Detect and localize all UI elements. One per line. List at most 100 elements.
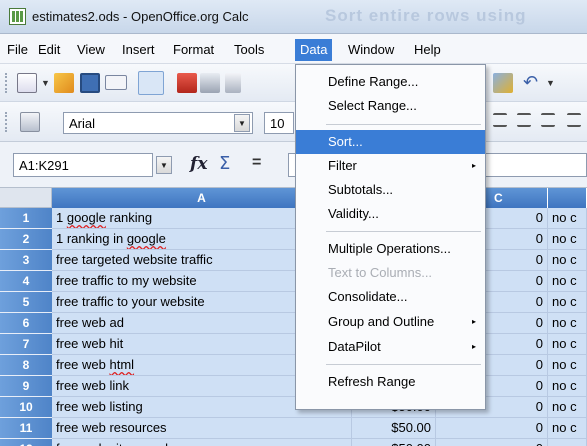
edit-file-icon[interactable] — [138, 71, 164, 95]
data-menu-dropdown: Define Range... Select Range... Sort... … — [295, 64, 486, 410]
cell-a[interactable]: free web site search — [52, 439, 352, 446]
align-right-icon[interactable] — [517, 113, 531, 127]
email-icon[interactable] — [105, 75, 127, 90]
column-header-d[interactable] — [548, 188, 587, 208]
row-header[interactable]: 8 — [0, 355, 52, 376]
menu-file[interactable]: File — [2, 40, 33, 60]
menu-data[interactable]: Data — [295, 39, 333, 61]
menu-item-label: Sort... — [328, 134, 363, 149]
row-header[interactable]: 11 — [0, 418, 52, 439]
cell-d[interactable]: no c — [548, 334, 587, 355]
undo-list-chevron-icon[interactable]: ▼ — [546, 78, 555, 88]
cell-d[interactable]: no c — [548, 418, 587, 439]
row-header[interactable]: 2 — [0, 229, 52, 250]
cell-d[interactable]: no c — [548, 229, 587, 250]
spelling-error-mark: google — [66, 210, 106, 225]
menu-view[interactable]: View — [72, 40, 110, 60]
select-all-corner[interactable] — [0, 188, 52, 208]
menu-item-subtotals[interactable]: Subtotals... — [296, 178, 485, 202]
background-caption: Sort entire rows using — [325, 6, 527, 25]
chevron-down-icon[interactable]: ▼ — [41, 78, 50, 88]
menu-item-validity[interactable]: Validity... — [296, 202, 485, 226]
menu-item-filter[interactable]: Filter ▸ — [296, 154, 485, 178]
menu-item-multiple-operations[interactable]: Multiple Operations... — [296, 237, 485, 261]
menu-item-label: Select Range... — [328, 98, 417, 113]
new-document-icon[interactable] — [17, 73, 37, 93]
font-name-combo[interactable]: Arial — [63, 112, 253, 134]
clone-formatting-icon[interactable] — [493, 73, 513, 93]
print-icon[interactable] — [200, 73, 220, 93]
cell-d[interactable]: no c — [548, 376, 587, 397]
row-header[interactable]: 12 — [0, 439, 52, 446]
menu-edit[interactable]: Edit — [33, 40, 65, 60]
menu-item-label: Refresh Range — [328, 374, 416, 389]
submenu-arrow-icon: ▸ — [471, 317, 476, 326]
font-size-value: 10 — [270, 116, 285, 131]
font-name-dropdown-icon[interactable]: ▼ — [234, 114, 250, 132]
save-icon[interactable] — [80, 73, 100, 93]
title-bar: estimates2.ods - OpenOffice.org Calc Sor… — [0, 0, 587, 34]
page-preview-icon[interactable] — [225, 73, 241, 93]
menu-item-consolidate[interactable]: Consolidate... — [296, 285, 485, 309]
cell-d[interactable]: no c — [548, 439, 587, 446]
row-header[interactable]: 1 — [0, 208, 52, 229]
cell-a[interactable]: free web resources — [52, 418, 352, 439]
menu-divider — [326, 364, 481, 365]
row-header[interactable]: 6 — [0, 313, 52, 334]
open-folder-icon[interactable] — [54, 73, 74, 93]
spelling-error-mark: google — [126, 231, 166, 246]
menu-item-label: Text to Columns... — [328, 265, 433, 280]
name-box-dropdown-icon[interactable]: ▼ — [156, 156, 172, 174]
menu-window[interactable]: Window — [343, 40, 399, 60]
cell-d[interactable]: no c — [548, 397, 587, 418]
cell-b[interactable]: $50.00 — [352, 418, 436, 439]
cell-b[interactable]: $50.00 — [352, 439, 436, 446]
menu-divider — [326, 124, 481, 125]
row-header[interactable]: 10 — [0, 397, 52, 418]
export-pdf-icon[interactable] — [177, 73, 197, 93]
menu-item-define-range[interactable]: Define Range... — [296, 70, 485, 94]
standard-toolbar: ▼ ↶ ▼ — [0, 64, 587, 102]
row-header[interactable]: 3 — [0, 250, 52, 271]
menu-item-sort[interactable]: Sort... — [296, 130, 485, 154]
menu-format[interactable]: Format — [168, 40, 219, 60]
submenu-arrow-icon: ▸ — [471, 161, 476, 170]
row-header[interactable]: 4 — [0, 271, 52, 292]
menu-tools[interactable]: Tools — [229, 40, 269, 60]
menu-item-group-and-outline[interactable]: Group and Outline ▸ — [296, 310, 485, 334]
cell-d[interactable]: no c — [548, 208, 587, 229]
name-box[interactable]: A1:K291 — [13, 153, 153, 177]
spreadsheet-grid[interactable]: A C 11 google ranking 0 no c21 ranking in … — [0, 188, 587, 446]
align-center-icon[interactable] — [493, 113, 507, 127]
sum-icon[interactable]: Σ — [219, 153, 230, 174]
function-wizard-icon[interactable]: fx — [190, 154, 207, 174]
merge-cells-icon[interactable] — [567, 113, 581, 127]
font-size-combo[interactable]: 10 — [264, 112, 294, 134]
calc-window: estimates2.ods - OpenOffice.org Calc Sor… — [0, 0, 587, 446]
cell-d[interactable]: no c — [548, 292, 587, 313]
cell-c[interactable]: 0 — [436, 439, 548, 446]
cell-d[interactable]: no c — [548, 355, 587, 376]
menu-item-refresh-range[interactable]: Refresh Range — [296, 370, 485, 394]
row-header[interactable]: 9 — [0, 376, 52, 397]
menu-item-select-range[interactable]: Select Range... — [296, 94, 485, 118]
cell-d[interactable]: no c — [548, 313, 587, 334]
font-name-value: Arial — [69, 116, 96, 131]
styles-icon[interactable] — [20, 112, 40, 132]
function-icon[interactable]: = — [252, 154, 261, 172]
menu-insert[interactable]: Insert — [117, 40, 160, 60]
cell-c[interactable]: 0 — [436, 418, 548, 439]
toolbar-grip[interactable] — [5, 73, 8, 93]
row-header[interactable]: 5 — [0, 292, 52, 313]
menu-item-label: Define Range... — [328, 74, 419, 89]
cell-d[interactable]: no c — [548, 271, 587, 292]
toolbar-grip[interactable] — [5, 112, 8, 132]
row-header[interactable]: 7 — [0, 334, 52, 355]
menu-item-datapilot[interactable]: DataPilot ▸ — [296, 335, 485, 359]
spreadsheet-app-icon — [9, 8, 26, 25]
formula-bar: A1:K291 ▼ fx Σ = 1 — [0, 142, 587, 188]
cell-d[interactable]: no c — [548, 250, 587, 271]
undo-icon[interactable]: ↶ — [523, 73, 543, 93]
justify-icon[interactable] — [541, 113, 555, 127]
menu-help[interactable]: Help — [409, 40, 446, 60]
